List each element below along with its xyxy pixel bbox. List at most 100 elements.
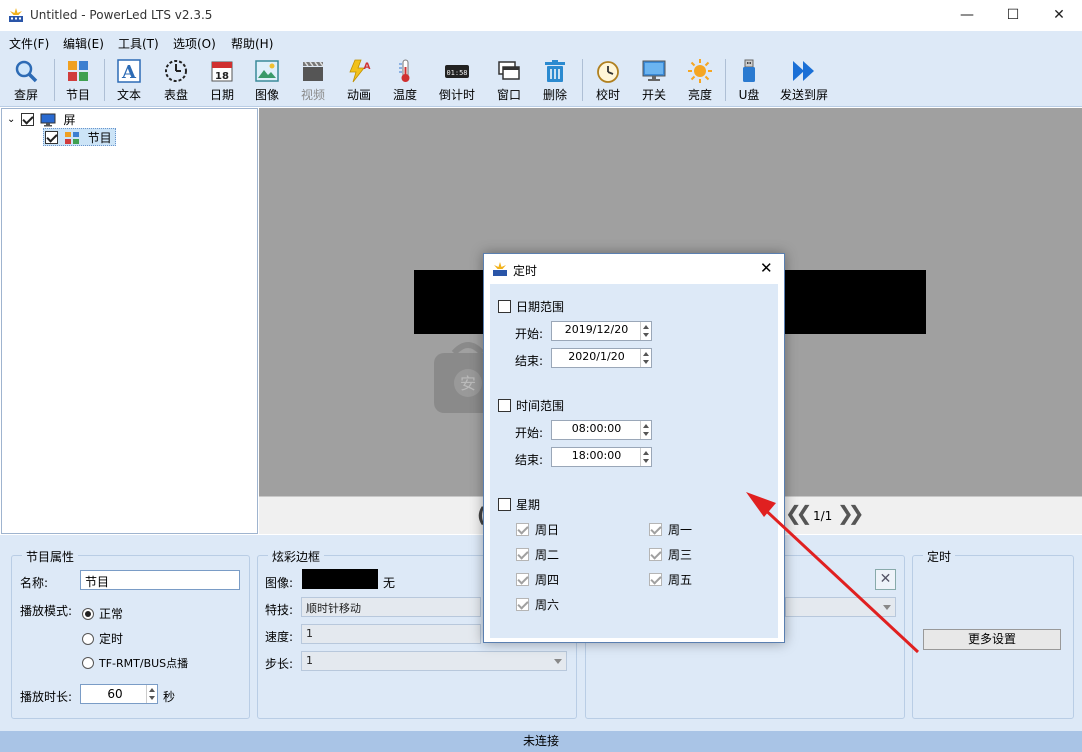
svg-text:A: A xyxy=(364,62,371,72)
step-label: 步长: xyxy=(265,657,294,671)
toolbar-dial-button[interactable]: 表盘 xyxy=(153,56,199,106)
effect-options-select[interactable] xyxy=(785,597,896,617)
day-wednesday-checkbox[interactable]: 周三 xyxy=(649,546,692,563)
timing-dialog: 定时 ✕ 日期范围 开始: 2019/12/20 结束: 2020/1/20 时… xyxy=(483,253,785,643)
connection-status: 未连接 xyxy=(522,734,559,748)
trash-icon xyxy=(545,60,565,82)
svg-text:A: A xyxy=(121,62,137,83)
window-icon xyxy=(498,61,520,80)
collapse-chevron-icon[interactable]: ⌄ xyxy=(7,114,17,125)
title-bar: Untitled - PowerLed LTS v2.3.5 — ☐ ✕ xyxy=(0,0,1082,31)
menu-edit[interactable]: 编辑(E) xyxy=(63,35,104,52)
toolbar-text-button[interactable]: A 文本 xyxy=(106,56,152,106)
toolbar-usb-button[interactable]: U盘 xyxy=(726,56,772,106)
page-indicator: 1/1 xyxy=(813,509,833,523)
date-start-label: 开始: xyxy=(515,327,544,341)
date-start-picker[interactable]: 2019/12/20 xyxy=(551,321,652,341)
toolbar-delete-button[interactable]: 删除 xyxy=(532,56,578,106)
week-checkbox[interactable]: 星期 xyxy=(498,496,540,513)
send-icon xyxy=(793,61,814,81)
duration-stepper[interactable]: 60 xyxy=(80,684,158,704)
calendar-icon: 18 xyxy=(211,61,233,82)
effect-select[interactable]: 顺时针移动 xyxy=(301,597,481,617)
menu-tools[interactable]: 工具(T) xyxy=(118,35,159,52)
effect-label: 特技: xyxy=(265,603,294,617)
toolbar-animation-button[interactable]: A 动画 xyxy=(336,56,382,106)
speed-select[interactable]: 1 xyxy=(301,624,481,644)
day-sunday-checkbox[interactable]: 周日 xyxy=(516,521,559,538)
time-start-picker[interactable]: 08:00:00 xyxy=(551,420,652,440)
maximize-button[interactable]: ☐ xyxy=(990,0,1036,31)
border-image-none: 无 xyxy=(383,576,396,590)
dialog-body: 日期范围 开始: 2019/12/20 结束: 2020/1/20 时间范围 开… xyxy=(490,284,778,638)
menu-options[interactable]: 选项(O) xyxy=(173,35,216,52)
menu-file[interactable]: 文件(F) xyxy=(9,35,49,52)
dialog-title-bar: 定时 ✕ xyxy=(484,254,784,284)
duration-label: 播放时长: xyxy=(20,690,73,704)
toolbar-sync-time-button[interactable]: 校时 xyxy=(585,56,631,106)
tree-node-screen[interactable]: ⌄ 屏 xyxy=(7,111,76,129)
time-range-checkbox[interactable]: 时间范围 xyxy=(498,397,564,414)
mode-tf-radio[interactable]: TF-RMT/BUS点播 xyxy=(82,655,188,671)
tree-node-program[interactable]: 节目 xyxy=(43,128,116,146)
prev-page-icon[interactable]: ❮❮ xyxy=(785,501,812,525)
screen-checkbox[interactable] xyxy=(20,113,34,126)
mode-timed-radio[interactable]: 定时 xyxy=(82,630,123,647)
day-tuesday-checkbox[interactable]: 周二 xyxy=(516,546,559,563)
day-saturday-checkbox[interactable]: 周六 xyxy=(516,596,559,613)
thermometer-icon xyxy=(399,59,410,82)
time-end-picker[interactable]: 18:00:00 xyxy=(551,447,652,467)
toolbar-image-button[interactable]: 图像 xyxy=(244,56,290,106)
next-page-icon[interactable]: ❯❯ xyxy=(837,501,864,525)
mode-normal-radio[interactable]: 正常 xyxy=(82,605,123,622)
toolbar: 查屏 节目 A 文本 表盘 18 日期 图像 视频 A 动画 温度 01:58 … xyxy=(0,53,1082,107)
clock-dial-icon xyxy=(165,60,187,82)
duration-spin-buttons[interactable] xyxy=(146,685,157,703)
timing-title: 定时 xyxy=(923,548,956,565)
minimize-button[interactable]: — xyxy=(944,0,990,31)
toolbar-video-button[interactable]: 视频 xyxy=(290,56,336,106)
clear-icon[interactable]: ✕ xyxy=(875,569,896,590)
program-name-input[interactable]: 节目 xyxy=(80,570,240,590)
toolbar-brightness-button[interactable]: 亮度 xyxy=(677,56,723,106)
duration-unit: 秒 xyxy=(163,690,176,704)
screen-monitor-icon xyxy=(40,113,56,126)
date-end-picker[interactable]: 2020/1/20 xyxy=(551,348,652,368)
video-icon xyxy=(303,61,324,81)
date-range-checkbox[interactable]: 日期范围 xyxy=(498,298,564,315)
svg-text:18: 18 xyxy=(215,71,229,82)
image-icon xyxy=(255,60,279,82)
close-button[interactable]: ✕ xyxy=(1036,0,1082,31)
program-checkbox[interactable] xyxy=(45,131,58,144)
dialog-title: 定时 xyxy=(513,264,538,278)
border-title: 炫彩边框 xyxy=(268,548,325,565)
date-end-label: 结束: xyxy=(515,354,544,368)
toolbar-countdown-button[interactable]: 01:58 倒计时 xyxy=(434,56,480,106)
toolbar-send-button[interactable]: 发送到屏 xyxy=(778,56,830,106)
magnifier-icon xyxy=(15,60,38,83)
toolbar-temperature-button[interactable]: 温度 xyxy=(382,56,428,106)
day-thursday-checkbox[interactable]: 周四 xyxy=(516,571,559,588)
more-settings-button[interactable]: 更多设置 xyxy=(923,629,1061,650)
play-mode-label: 播放模式: xyxy=(20,604,73,618)
toolbar-window-button[interactable]: 窗口 xyxy=(486,56,532,106)
program-properties-title: 节目属性 xyxy=(22,548,79,565)
usb-icon xyxy=(743,59,755,82)
menu-bar: 文件(F) 编辑(E) 工具(T) 选项(O) 帮助(H) xyxy=(0,31,1082,53)
menu-help[interactable]: 帮助(H) xyxy=(231,35,273,52)
step-select[interactable]: 1 xyxy=(301,651,567,671)
toolbar-date-button[interactable]: 18 日期 xyxy=(199,56,245,106)
time-end-label: 结束: xyxy=(515,453,544,467)
dialog-close-button[interactable]: ✕ xyxy=(760,259,773,277)
day-friday-checkbox[interactable]: 周五 xyxy=(649,571,692,588)
speed-label: 速度: xyxy=(265,630,294,644)
toolbar-power-button[interactable]: 开关 xyxy=(631,56,677,106)
animation-icon: A xyxy=(349,59,371,83)
border-image-swatch[interactable] xyxy=(302,569,378,589)
toolbar-check-screen-button[interactable]: 查屏 xyxy=(3,56,49,106)
countdown-icon: 01:58 xyxy=(445,65,469,78)
program-tree: ⌄ 屏 节目 xyxy=(1,108,258,534)
day-monday-checkbox[interactable]: 周一 xyxy=(649,521,692,538)
toolbar-program-button[interactable]: 节目 xyxy=(55,56,101,106)
window-title: Untitled - PowerLed LTS v2.3.5 xyxy=(30,8,213,22)
